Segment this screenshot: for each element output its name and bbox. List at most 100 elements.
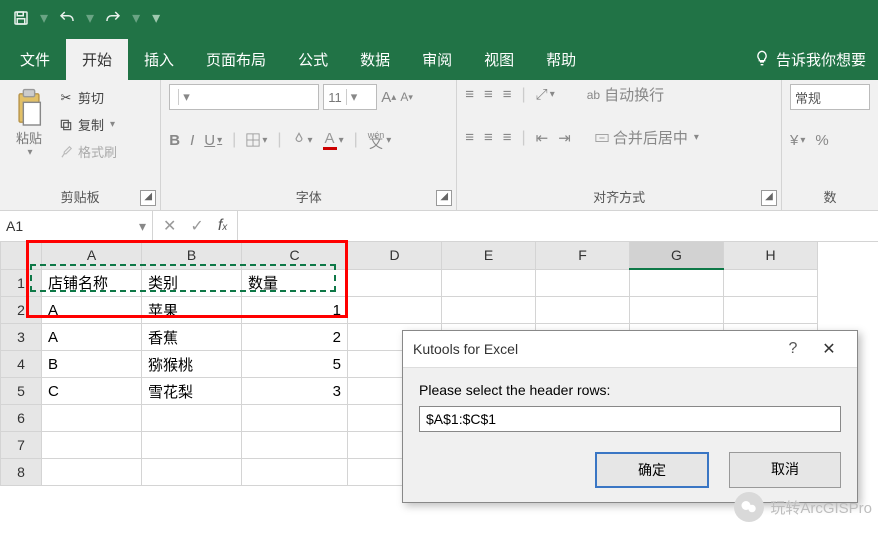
cell-A4[interactable]: B bbox=[42, 351, 142, 378]
cancel-formula-icon[interactable]: ✕ bbox=[163, 216, 176, 236]
cell-A5[interactable]: C bbox=[42, 378, 142, 405]
alignment-dialog-launcher[interactable]: ◢ bbox=[761, 190, 777, 206]
col-header-D[interactable]: D bbox=[348, 242, 442, 269]
align-center-icon[interactable]: ≡ bbox=[484, 129, 493, 146]
italic-button[interactable]: I bbox=[190, 132, 194, 149]
dialog-cancel-button[interactable]: 取消 bbox=[729, 452, 841, 488]
cell-A2[interactable]: A bbox=[42, 297, 142, 324]
tab-review[interactable]: 审阅 bbox=[406, 39, 468, 80]
format-painter-button[interactable]: 格式刷 bbox=[58, 142, 117, 161]
cell-B8[interactable] bbox=[142, 459, 242, 486]
cell-H2[interactable] bbox=[724, 297, 818, 324]
increase-font-icon[interactable]: A▴ bbox=[381, 89, 396, 106]
tab-file[interactable]: 文件 bbox=[4, 39, 66, 80]
cell-B2[interactable]: 苹果 bbox=[142, 297, 242, 324]
percent-format-icon[interactable]: % bbox=[815, 132, 828, 149]
copy-button[interactable]: 复制▾ bbox=[58, 115, 117, 134]
tell-me-search[interactable]: 告诉我你想要 bbox=[746, 49, 874, 80]
dialog-close-icon[interactable]: ✕ bbox=[811, 339, 847, 359]
cell-B1[interactable]: 类别 bbox=[142, 269, 242, 297]
row-header[interactable]: 7 bbox=[1, 432, 42, 459]
cell-C4[interactable]: 5 bbox=[242, 351, 348, 378]
col-header-B[interactable]: B bbox=[142, 242, 242, 269]
col-header-G[interactable]: G bbox=[630, 242, 724, 269]
tab-home[interactable]: 开始 bbox=[66, 39, 128, 80]
name-box[interactable]: A1 ▾ bbox=[0, 211, 153, 241]
row-header[interactable]: 6 bbox=[1, 405, 42, 432]
merge-center-button[interactable]: 合并后居中▾ bbox=[595, 127, 699, 148]
cell-G1[interactable] bbox=[630, 269, 724, 297]
paste-button[interactable]: 粘贴 ▾ bbox=[8, 84, 50, 162]
dialog-range-input[interactable] bbox=[419, 406, 841, 432]
col-header-F[interactable]: F bbox=[536, 242, 630, 269]
cell-B4[interactable]: 猕猴桃 bbox=[142, 351, 242, 378]
tab-data[interactable]: 数据 bbox=[344, 39, 406, 80]
cell-A8[interactable] bbox=[42, 459, 142, 486]
cell-H1[interactable] bbox=[724, 269, 818, 297]
col-header-E[interactable]: E bbox=[442, 242, 536, 269]
decrease-indent-icon[interactable]: ⇤ bbox=[536, 129, 549, 147]
align-left-icon[interactable]: ≡ bbox=[465, 129, 474, 146]
row-header[interactable]: 8 bbox=[1, 459, 42, 486]
cell-A6[interactable] bbox=[42, 405, 142, 432]
cell-F1[interactable] bbox=[536, 269, 630, 297]
bold-button[interactable]: B bbox=[169, 132, 180, 149]
cell-C1[interactable]: 数量 bbox=[242, 269, 348, 297]
enter-formula-icon[interactable]: ✓ bbox=[190, 216, 203, 236]
row-header[interactable]: 1 bbox=[1, 269, 42, 297]
fx-icon[interactable]: fx bbox=[218, 217, 227, 235]
cell-D1[interactable] bbox=[348, 269, 442, 297]
increase-indent-icon[interactable]: ⇥ bbox=[558, 129, 571, 147]
cell-C3[interactable]: 2 bbox=[242, 324, 348, 351]
select-all-corner[interactable] bbox=[1, 242, 42, 269]
decrease-font-icon[interactable]: A▾ bbox=[400, 90, 413, 104]
cell-A1[interactable]: 店铺名称 bbox=[42, 269, 142, 297]
underline-button[interactable]: U▾ bbox=[204, 132, 222, 149]
cell-D2[interactable] bbox=[348, 297, 442, 324]
fill-color-button[interactable]: ▾ bbox=[292, 131, 313, 149]
accounting-format-icon[interactable]: ¥▾ bbox=[790, 132, 805, 149]
align-right-icon[interactable]: ≡ bbox=[503, 129, 512, 146]
font-name-select[interactable]: ▾ bbox=[169, 84, 319, 110]
align-top-icon[interactable]: ≡ bbox=[465, 86, 474, 103]
cell-C8[interactable] bbox=[242, 459, 348, 486]
cell-C2[interactable]: 1 bbox=[242, 297, 348, 324]
cell-A3[interactable]: A bbox=[42, 324, 142, 351]
tab-help[interactable]: 帮助 bbox=[530, 39, 592, 80]
dialog-ok-button[interactable]: 确定 bbox=[595, 452, 709, 488]
wrap-text-button[interactable]: ab自动换行 bbox=[587, 84, 664, 105]
save-icon[interactable] bbox=[8, 5, 34, 31]
cell-G2[interactable] bbox=[630, 297, 724, 324]
cell-C5[interactable]: 3 bbox=[242, 378, 348, 405]
cell-B3[interactable]: 香蕉 bbox=[142, 324, 242, 351]
number-format-select[interactable]: 常规 bbox=[790, 84, 870, 110]
cell-F2[interactable] bbox=[536, 297, 630, 324]
font-color-button[interactable]: A▾ bbox=[323, 130, 344, 150]
row-header[interactable]: 4 bbox=[1, 351, 42, 378]
tab-insert[interactable]: 插入 bbox=[128, 39, 190, 80]
cell-A7[interactable] bbox=[42, 432, 142, 459]
col-header-H[interactable]: H bbox=[724, 242, 818, 269]
cell-C7[interactable] bbox=[242, 432, 348, 459]
row-header[interactable]: 2 bbox=[1, 297, 42, 324]
tab-layout[interactable]: 页面布局 bbox=[190, 39, 282, 80]
border-button[interactable]: ▾ bbox=[246, 133, 267, 147]
font-size-select[interactable]: 11 ▾ bbox=[323, 84, 377, 110]
dialog-help-icon[interactable]: ? bbox=[775, 340, 811, 358]
phonetic-guide-button[interactable]: wén文▾ bbox=[368, 131, 392, 149]
cell-C6[interactable] bbox=[242, 405, 348, 432]
row-header[interactable]: 5 bbox=[1, 378, 42, 405]
redo-icon[interactable] bbox=[100, 5, 126, 31]
cell-B5[interactable]: 雪花梨 bbox=[142, 378, 242, 405]
clipboard-dialog-launcher[interactable]: ◢ bbox=[140, 190, 156, 206]
orientation-icon[interactable]: ⤢▾ bbox=[536, 86, 555, 103]
col-header-C[interactable]: C bbox=[242, 242, 348, 269]
formula-input[interactable] bbox=[238, 211, 878, 241]
align-bottom-icon[interactable]: ≡ bbox=[503, 86, 512, 103]
font-dialog-launcher[interactable]: ◢ bbox=[436, 190, 452, 206]
tab-formulas[interactable]: 公式 bbox=[282, 39, 344, 80]
undo-icon[interactable] bbox=[54, 5, 80, 31]
col-header-A[interactable]: A bbox=[42, 242, 142, 269]
cell-E2[interactable] bbox=[442, 297, 536, 324]
tab-view[interactable]: 视图 bbox=[468, 39, 530, 80]
